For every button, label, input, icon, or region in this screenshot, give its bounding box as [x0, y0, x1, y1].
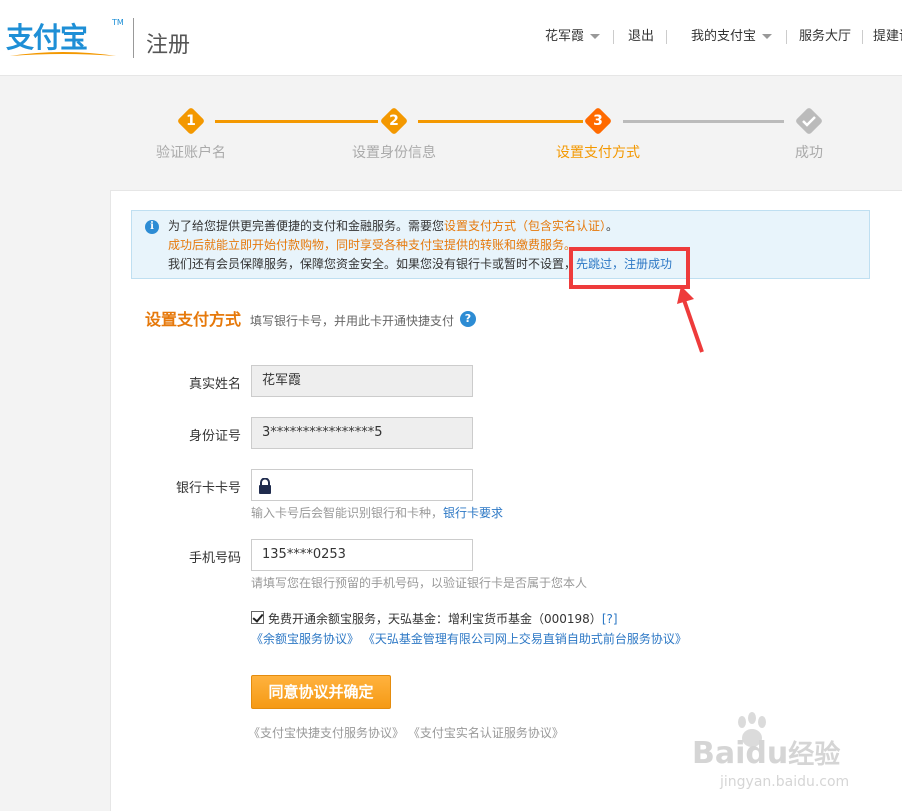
step-number: 3 [593, 113, 603, 129]
real-name-field: 花军霞 [251, 365, 473, 397]
annotation-arrow-icon [677, 286, 704, 353]
step-label: 成功 [795, 145, 823, 161]
page-title: 注册 [146, 33, 191, 58]
watermark-url: jingyan.baidu.com [720, 774, 850, 790]
step-connector [215, 120, 378, 123]
notice-line-2: 成功后就能立即开始付款购物，同时享受各种支付宝提供的转账和缴费服务。 [168, 238, 577, 252]
realname-agreement-link[interactable]: 《支付宝实名认证服务协议》 [408, 726, 564, 740]
step-label: 设置身份信息 [352, 145, 436, 161]
phone-label: 手机号码 [188, 551, 241, 566]
progress-steps: 1 2 3 验证账户名 设置身份信息 设置支付方式 成功 [0, 100, 902, 170]
bank-card-hint: 输入卡号后会智能识别银行和卡种，银行卡要求 [251, 504, 503, 521]
nav-separator [786, 30, 787, 44]
agree-links: 《余额宝服务协议》 《天弘基金管理有限公司网上交易直销自助式前台服务协议》 [251, 630, 687, 647]
yuebao-checkbox[interactable] [251, 611, 264, 624]
hint-text: 输入卡号后会智能识别银行和卡种， [251, 506, 444, 520]
agree-help-link[interactable]: [?] [602, 612, 618, 626]
alipay-logo[interactable]: 支付宝 TM [6, 18, 124, 60]
quickpay-agreement-link[interactable]: 《支付宝快捷支付服务协议》 [248, 726, 404, 740]
lock-icon [259, 478, 271, 494]
agree-label: 免费开通余额宝服务，天弘基金：增利宝货币基金（000198） [268, 612, 602, 626]
nav-separator [862, 30, 863, 44]
watermark-brand-a: Bai [692, 736, 746, 771]
bank-card-label: 银行卡卡号 [175, 481, 241, 496]
notice-text: 我们还有会员保障服务，保障您资金安全。如果您没有银行卡或暂时不设置， [168, 257, 577, 271]
nav-username[interactable]: 花军霞 [545, 28, 601, 46]
checkmark-icon [802, 116, 816, 127]
logo-tm: TM [112, 18, 124, 27]
section-hint: 填写银行卡号，并用此卡开通快捷支付 [250, 314, 455, 328]
notice-text: 。 [606, 219, 619, 233]
notice-line-1: 为了给您提供更完善便捷的支付和金融服务。需要您设置支付方式（包含实名认证）。 [168, 217, 618, 236]
chevron-down-icon [590, 34, 601, 39]
bank-card-input[interactable] [251, 469, 473, 501]
phone-input[interactable]: 135****0253 [251, 539, 473, 571]
footer-links: 《支付宝快捷支付服务协议》 《支付宝实名认证服务协议》 [248, 724, 564, 741]
nav-username-label: 花军霞 [545, 29, 585, 44]
step-number: 2 [389, 113, 399, 129]
info-icon: i [145, 220, 159, 234]
section-title: 设置支付方式 [145, 310, 242, 329]
notice-highlight: 设置支付方式（包含实名认证） [444, 219, 607, 233]
real-name-label: 真实姓名 [188, 377, 241, 392]
step-3-badge: 3 [583, 106, 613, 136]
header-divider [133, 18, 134, 58]
nav-feedback[interactable]: 提建议 [873, 28, 902, 46]
phone-hint: 请填写您在银行预留的手机号码，以验证银行卡是否属于您本人 [251, 576, 588, 590]
step-2-badge: 2 [379, 106, 409, 136]
header: 支付宝 TM 注册 花军霞 退出 我的支付宝 服务大厅 提建议 [0, 0, 902, 76]
tianhong-agreement-link[interactable]: 《天弘基金管理有限公司网上交易直销自助式前台服务协议》 [363, 632, 687, 646]
bank-card-requirements-link[interactable]: 银行卡要求 [443, 506, 503, 520]
watermark-brand-b: du [745, 736, 789, 771]
step-connector [623, 120, 784, 123]
agree-text: 免费开通余额宝服务，天弘基金：增利宝货币基金（000198）[?] [268, 610, 618, 627]
watermark-brand: Baidu经验 [692, 734, 840, 771]
nav-my-alipay-label: 我的支付宝 [691, 29, 757, 44]
annotation-highlight-box [569, 247, 690, 289]
help-icon[interactable]: ? [460, 311, 476, 327]
nav-separator [613, 30, 614, 44]
nav-my-alipay[interactable]: 我的支付宝 [691, 28, 773, 46]
logo-swoosh-icon [10, 52, 116, 56]
notice-text: 为了给您提供更完善便捷的支付和金融服务。需要您 [168, 219, 445, 233]
step-label: 验证账户名 [156, 145, 226, 161]
nav-service-hall[interactable]: 服务大厅 [799, 28, 851, 46]
step-connector [418, 120, 583, 123]
step-label-current: 设置支付方式 [556, 145, 640, 161]
chevron-down-icon [762, 34, 773, 39]
baidu-jingyan-watermark: Baidu经验 jingyan.baidu.com [690, 712, 890, 802]
agree-submit-button[interactable]: 同意协议并确定 [251, 675, 391, 709]
nav-separator [666, 30, 667, 44]
watermark-cn: 经验 [788, 740, 841, 770]
step-4-badge [794, 106, 824, 136]
nav-logout[interactable]: 退出 [628, 28, 654, 46]
info-notice: i 为了给您提供更完善便捷的支付和金融服务。需要您设置支付方式（包含实名认证）。… [131, 210, 870, 279]
step-1-badge: 1 [176, 106, 206, 136]
id-number-label: 身份证号 [188, 429, 241, 444]
step-number: 1 [186, 113, 196, 129]
yuebao-agreement-link[interactable]: 《余额宝服务协议》 [251, 632, 359, 646]
id-number-field: 3****************5 [251, 417, 473, 449]
